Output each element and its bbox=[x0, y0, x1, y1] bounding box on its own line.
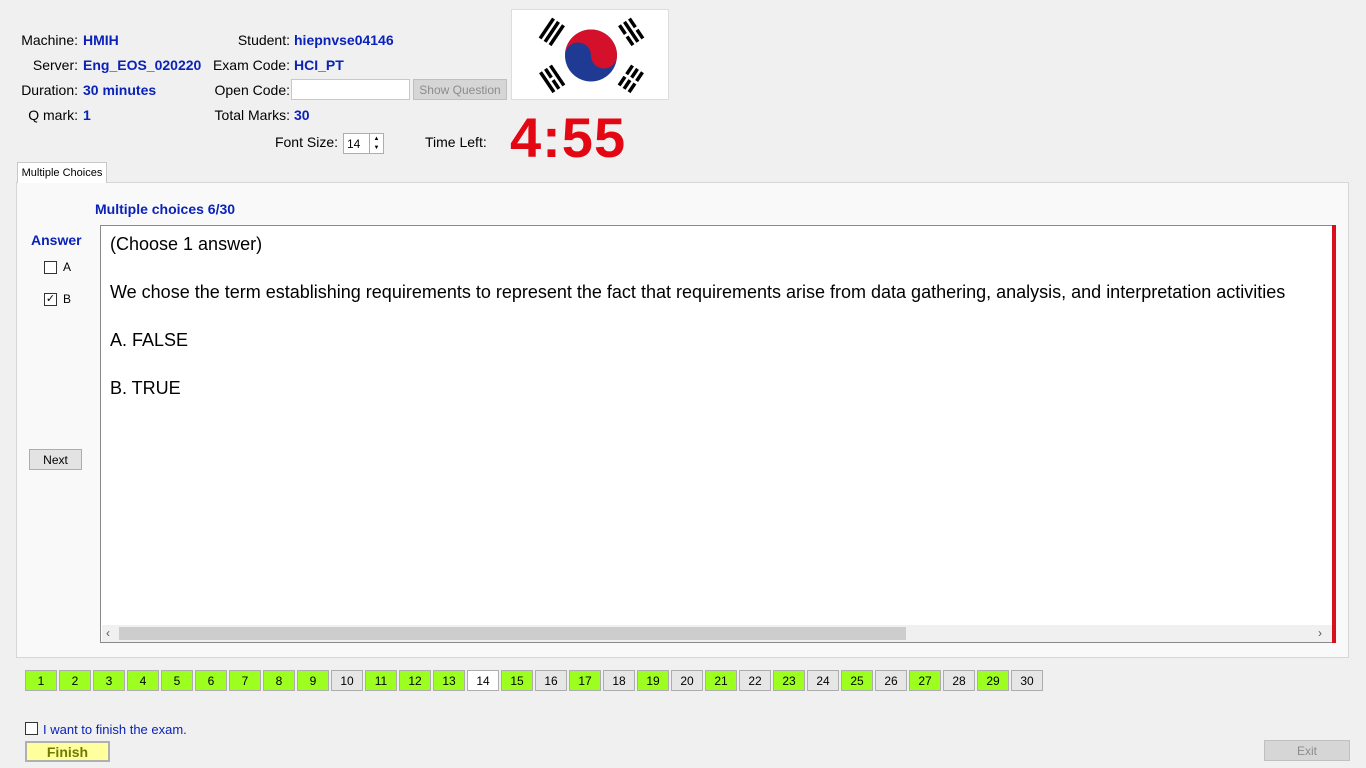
question-nav-button-30[interactable]: 30 bbox=[1011, 670, 1043, 691]
option-a: A. FALSE bbox=[110, 330, 189, 350]
question-nav-button-21[interactable]: 21 bbox=[705, 670, 737, 691]
question-nav-button-25[interactable]: 25 bbox=[841, 670, 873, 691]
font-size-label: Font Size: bbox=[274, 134, 338, 150]
server-label: Server: bbox=[32, 57, 78, 73]
question-nav-button-17[interactable]: 17 bbox=[569, 670, 601, 691]
question-nav-button-24[interactable]: 24 bbox=[807, 670, 839, 691]
checkmark-icon: ✓ bbox=[45, 293, 56, 305]
duration-value: 30 minutes bbox=[83, 82, 157, 98]
total-marks-label: Total Marks: bbox=[214, 107, 290, 123]
question-navigation: 1 2 3 4 5 6 7 8 9 10 11 12 13 14 15 16 17 18 19 20 21 22 23 24 2… bbox=[25, 670, 1045, 691]
question-nav-button-4[interactable]: 4 bbox=[127, 670, 159, 691]
question-nav-button-3[interactable]: 3 bbox=[93, 670, 125, 691]
chevron-left-icon[interactable]: ‹ bbox=[106, 626, 110, 640]
answer-b-checkbox[interactable]: ✓ bbox=[44, 293, 57, 306]
font-size-stepper[interactable]: 14 ▲ ▼ bbox=[343, 133, 384, 154]
machine-value: HMIH bbox=[83, 32, 119, 48]
duration-label: Duration: bbox=[21, 82, 78, 98]
question-nav-button-16[interactable]: 16 bbox=[535, 670, 567, 691]
exam-code-value: HCI_PT bbox=[294, 57, 344, 73]
south-korea-flag-icon bbox=[511, 9, 669, 100]
question-nav-button-20[interactable]: 20 bbox=[671, 670, 703, 691]
font-size-value[interactable]: 14 bbox=[344, 134, 369, 153]
student-label: Student: bbox=[237, 32, 290, 48]
server-value: Eng_EOS_020220 bbox=[83, 57, 202, 73]
question-nav-button-9[interactable]: 9 bbox=[297, 670, 329, 691]
exam-code-label: Exam Code: bbox=[212, 57, 290, 73]
qmark-value: 1 bbox=[83, 107, 91, 123]
option-b: B. TRUE bbox=[110, 378, 181, 398]
exit-button[interactable]: Exit bbox=[1264, 740, 1350, 761]
open-code-input[interactable] bbox=[291, 79, 410, 100]
question-nav-button-10[interactable]: 10 bbox=[331, 670, 363, 691]
question-border-accent bbox=[1332, 225, 1336, 643]
question-nav-button-2[interactable]: 2 bbox=[59, 670, 91, 691]
finish-exam-checkbox[interactable] bbox=[25, 722, 38, 735]
question-nav-button-12[interactable]: 12 bbox=[399, 670, 431, 691]
machine-label: Machine: bbox=[21, 32, 78, 48]
time-left-label: Time Left: bbox=[425, 134, 487, 150]
scrollbar-thumb[interactable] bbox=[119, 627, 906, 640]
question-nav-button-13[interactable]: 13 bbox=[433, 670, 465, 691]
next-button[interactable]: Next bbox=[29, 449, 82, 470]
question-nav-button-6[interactable]: 6 bbox=[195, 670, 227, 691]
total-marks-value: 30 bbox=[294, 107, 310, 123]
question-content: (Choose 1 answer) We chose the term esta… bbox=[100, 225, 1333, 643]
countdown-timer: 4:55 bbox=[510, 106, 627, 169]
answer-a-checkbox[interactable] bbox=[44, 261, 57, 274]
question-nav-button-28[interactable]: 28 bbox=[943, 670, 975, 691]
question-text: We chose the term establishing requireme… bbox=[110, 282, 1286, 302]
question-nav-button-26[interactable]: 26 bbox=[875, 670, 907, 691]
question-nav-button-15[interactable]: 15 bbox=[501, 670, 533, 691]
question-nav-button-8[interactable]: 8 bbox=[263, 670, 295, 691]
spin-up-icon[interactable]: ▲ bbox=[370, 134, 383, 144]
qmark-label: Q mark: bbox=[28, 107, 78, 123]
question-nav-button-7[interactable]: 7 bbox=[229, 670, 261, 691]
answer-title: Answer bbox=[31, 232, 82, 248]
finish-button[interactable]: Finish bbox=[25, 741, 110, 762]
question-nav-button-27[interactable]: 27 bbox=[909, 670, 941, 691]
student-value: hiepnvse04146 bbox=[294, 32, 394, 48]
question-nav-button-29[interactable]: 29 bbox=[977, 670, 1009, 691]
open-code-label: Open Code: bbox=[214, 82, 291, 98]
finish-exam-label: I want to finish the exam. bbox=[43, 722, 187, 737]
answer-a-label: A bbox=[63, 260, 72, 274]
question-counter: Multiple choices 6/30 bbox=[95, 201, 236, 217]
question-nav-button-19[interactable]: 19 bbox=[637, 670, 669, 691]
horizontal-scrollbar[interactable]: ‹ › bbox=[102, 625, 1333, 642]
question-nav-button-23[interactable]: 23 bbox=[773, 670, 805, 691]
chevron-right-icon[interactable]: › bbox=[1318, 626, 1322, 640]
show-question-button[interactable]: Show Question bbox=[413, 79, 507, 100]
answer-b-label: B bbox=[63, 292, 72, 306]
question-nav-button-11[interactable]: 11 bbox=[365, 670, 397, 691]
question-nav-button-18[interactable]: 18 bbox=[603, 670, 635, 691]
question-nav-button-5[interactable]: 5 bbox=[161, 670, 193, 691]
tab-multiple-choices[interactable]: Multiple Choices bbox=[17, 162, 107, 183]
spin-down-icon[interactable]: ▼ bbox=[370, 144, 383, 154]
question-nav-button-22[interactable]: 22 bbox=[739, 670, 771, 691]
question-nav-button-14[interactable]: 14 bbox=[467, 670, 499, 691]
question-instruction: (Choose 1 answer) bbox=[110, 234, 263, 254]
question-nav-button-1[interactable]: 1 bbox=[25, 670, 57, 691]
